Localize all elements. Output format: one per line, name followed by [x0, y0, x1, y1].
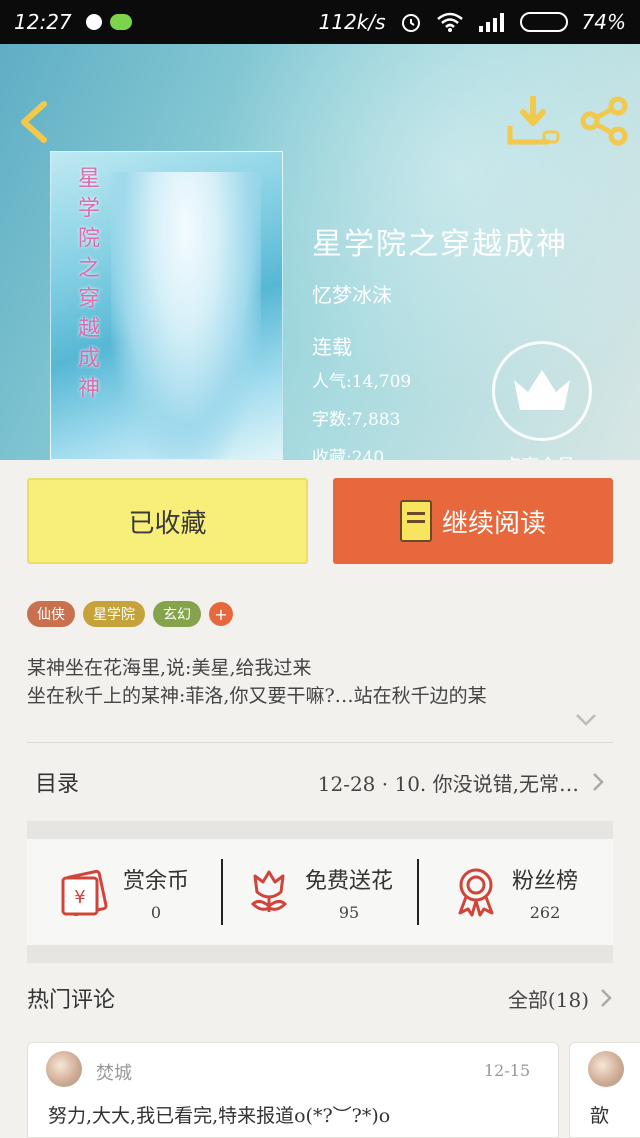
alarm-icon — [401, 14, 420, 32]
fan-ranking-count: 262 — [529, 902, 561, 922]
flower-icon — [250, 870, 288, 912]
notification-icons — [85, 14, 132, 30]
battery-icon — [519, 12, 568, 32]
comment-text: 努力,大大,我已看完,特来报道o(*?︶?*)o — [48, 1105, 391, 1127]
section-gap — [27, 821, 613, 839]
table-of-contents-row[interactable]: 目录 12-28 · 10. 你没说错,无常… — [27, 743, 613, 821]
battery-percent: 74% — [581, 10, 626, 34]
vip-label[interactable]: 点亮会员 — [503, 452, 575, 460]
latest-chapter: 12-28 · 10. 你没说错,无常… — [317, 771, 579, 796]
add-tag-button[interactable]: + — [209, 602, 233, 626]
collected-button[interactable]: 已收藏 — [27, 478, 308, 564]
tag-xuanhuan[interactable]: 玄幻 — [153, 601, 201, 627]
book-header: 星学院之穿越成神 星学院之穿越成神 忆梦冰沫 连载 人气:14,709 字数:7… — [0, 44, 640, 460]
support-actions: ¥ 赏余币 0 免费送花 95 粉丝榜 262 — [27, 839, 613, 945]
synopsis[interactable]: 某神坐在花海里,说:美星,给我过来 坐在秋千上的某神:菲洛,你又要干嘛?…站在秋… — [27, 654, 613, 716]
continue-reading-button[interactable]: 继续阅读 — [333, 478, 613, 564]
back-button[interactable] — [16, 100, 52, 144]
comment-card[interactable]: 焚城 12-15 努力,大大,我已看完,特来报道o(*?︶?*)o — [27, 1042, 559, 1138]
reward-coins-label: 赏余币 — [122, 868, 189, 894]
book-author[interactable]: 忆梦冰沫 — [312, 279, 392, 308]
book-cover[interactable]: 星学院之穿越成神 — [50, 151, 283, 460]
reward-coins-action[interactable]: ¥ 赏余币 0 — [27, 839, 221, 945]
network-speed: 112k/s — [318, 10, 386, 34]
status-right: 112k/s 74% — [319, 10, 626, 34]
cover-title: 星学院之穿越成神 — [74, 166, 99, 406]
section-gap — [27, 945, 613, 963]
comment-card[interactable]: 歆 — [569, 1042, 640, 1138]
wifi-icon — [436, 12, 463, 32]
expand-synopsis-icon[interactable] — [574, 712, 598, 728]
status-time: 12:27 — [14, 10, 72, 34]
send-flower-count: 95 — [338, 902, 360, 922]
medal-icon — [458, 868, 494, 917]
favorites-stat: 收藏:240 — [312, 448, 385, 460]
all-comments-link[interactable]: 全部(18) — [508, 984, 589, 1013]
continue-reading-label: 继续阅读 — [441, 508, 546, 539]
popularity-stat: 人气:14,709 — [312, 372, 412, 392]
synopsis-line-2: 坐在秋千上的某神:菲洛,你又要干嘛?…站在秋千边的某 — [27, 685, 487, 707]
book-status: 连载 — [312, 335, 352, 359]
reward-coins-count: 0 — [150, 902, 162, 922]
book-icon — [399, 500, 432, 542]
book-title: 星学院之穿越成神 — [312, 227, 568, 262]
fan-ranking-action[interactable]: 粉丝榜 262 — [419, 839, 613, 945]
status-bar: 12:27 112k/s 74% — [0, 0, 640, 44]
chevron-right-icon[interactable] — [599, 987, 613, 1009]
signal-icon — [478, 13, 504, 32]
synopsis-line-1: 某神坐在花海里,说:美星,给我过来 — [27, 657, 312, 679]
wechat-notification-icon — [109, 14, 132, 30]
avatar[interactable] — [588, 1051, 624, 1087]
crown-icon — [514, 370, 570, 410]
collected-label: 已收藏 — [128, 508, 207, 539]
tag-xingxueyuan[interactable]: 星学院 — [83, 601, 145, 627]
red-envelope-icon: ¥ — [61, 869, 108, 916]
comment-date: 12-15 — [484, 1061, 531, 1080]
tag-list: 仙侠 星学院 玄幻 + — [27, 601, 233, 627]
comment-username[interactable]: 焚城 — [96, 1059, 132, 1085]
toc-label: 目录 — [35, 772, 80, 797]
avatar[interactable] — [46, 1051, 82, 1087]
send-flower-label: 免费送花 — [304, 868, 393, 894]
vip-badge[interactable] — [492, 341, 592, 441]
word-count-stat: 字数:7,883 — [312, 410, 401, 430]
tag-xianxia[interactable]: 仙侠 — [27, 601, 75, 627]
svg-text:¥: ¥ — [74, 887, 85, 908]
hot-comments-title: 热门评论 — [27, 988, 116, 1013]
download-button[interactable] — [506, 96, 560, 146]
comment-text: 歆 — [590, 1105, 610, 1127]
share-button[interactable] — [578, 96, 630, 146]
send-flower-action[interactable]: 免费送花 95 — [223, 839, 417, 945]
hot-comments-header: 热门评论 全部(18) — [27, 968, 613, 1028]
fan-ranking-label: 粉丝榜 — [511, 868, 578, 894]
home-notification-icon — [85, 14, 102, 30]
chevron-right-icon — [593, 773, 604, 791]
